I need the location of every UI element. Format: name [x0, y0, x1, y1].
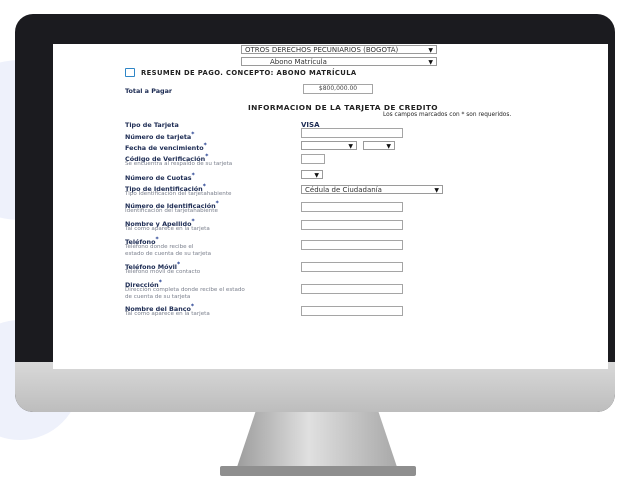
- required-note: Los campos marcados con * son requeridos…: [383, 112, 512, 118]
- monitor-chin: [15, 362, 615, 412]
- subconcept-select-value: Abono Matrícula: [270, 58, 327, 66]
- id-type-select-value: Cédula de Ciudadanía: [305, 186, 382, 194]
- phone-hint: Teléfono donde recibe el: [125, 244, 194, 250]
- address-hint: de cuenta de su tarjeta: [125, 294, 191, 300]
- card-type-label: Tipo de Tarjeta: [125, 121, 179, 129]
- expiry-year-select[interactable]: ▼: [363, 141, 395, 150]
- bank-input[interactable]: [301, 306, 403, 316]
- summary-title: RESUMEN DE PAGO. CONCEPTO: ABONO MATRÍCU…: [141, 69, 357, 77]
- monitor-stand: [236, 412, 398, 470]
- id-number-hint: Identificación del tarjetahabiente: [125, 208, 218, 214]
- total-label: Total a Pagar: [125, 87, 173, 95]
- document-icon: [125, 68, 135, 77]
- caret-down-icon: ▼: [348, 143, 353, 150]
- cvv-input[interactable]: [301, 154, 325, 164]
- mobile-input[interactable]: [301, 262, 403, 272]
- concept-select-value: OTROS DERECHOS PECUNIARIOS (BOGOTÁ): [245, 46, 399, 54]
- caret-down-icon: ▼: [386, 143, 391, 150]
- caret-down-icon: ▼: [434, 187, 439, 194]
- id-number-input[interactable]: [301, 202, 403, 212]
- installments-label: Número de Cuotas*: [125, 172, 195, 183]
- card-section-title: INFORMACION DE LA TARJETA DE CREDITO: [248, 103, 438, 112]
- payment-form: OTROS DERECHOS PECUNIARIOS (BOGOTÁ) ▼ Ab…: [53, 44, 608, 369]
- expiry-month-select[interactable]: ▼: [301, 141, 357, 150]
- phone-hint: estado de cuenta de su tarjeta: [125, 251, 212, 257]
- subconcept-select[interactable]: Abono Matrícula ▼: [241, 57, 437, 66]
- id-type-hint: Tipo Identificación del tarjetahabiente: [125, 191, 232, 197]
- total-value-field: $800,000.00: [303, 84, 373, 94]
- expiry-label: Fecha de vencimiento*: [125, 142, 207, 153]
- name-input[interactable]: [301, 220, 403, 230]
- caret-down-icon: ▼: [314, 172, 319, 179]
- installments-select[interactable]: ▼: [301, 170, 323, 179]
- caret-down-icon: ▼: [428, 59, 433, 66]
- phone-input[interactable]: [301, 240, 403, 250]
- mobile-hint: Teléfono móvil de contacto: [125, 269, 201, 275]
- card-number-label: Número de tarjeta*: [125, 131, 195, 142]
- concept-select[interactable]: OTROS DERECHOS PECUNIARIOS (BOGOTÁ) ▼: [241, 45, 437, 54]
- caret-down-icon: ▼: [428, 47, 433, 54]
- name-hint: Tal como aparece en la tarjeta: [125, 226, 210, 232]
- bank-hint: Tal como aparece en la tarjeta: [125, 311, 210, 317]
- monitor-screen: OTROS DERECHOS PECUNIARIOS (BOGOTÁ) ▼ Ab…: [53, 44, 608, 369]
- cvv-hint: Se encuentra al respaldo de su tarjeta: [125, 161, 233, 167]
- monitor-base: [220, 466, 416, 476]
- id-type-select[interactable]: Cédula de Ciudadanía ▼: [301, 185, 443, 194]
- address-input[interactable]: [301, 284, 403, 294]
- card-number-input[interactable]: [301, 128, 403, 138]
- address-hint: Dirección completa donde recibe el estad…: [125, 287, 245, 293]
